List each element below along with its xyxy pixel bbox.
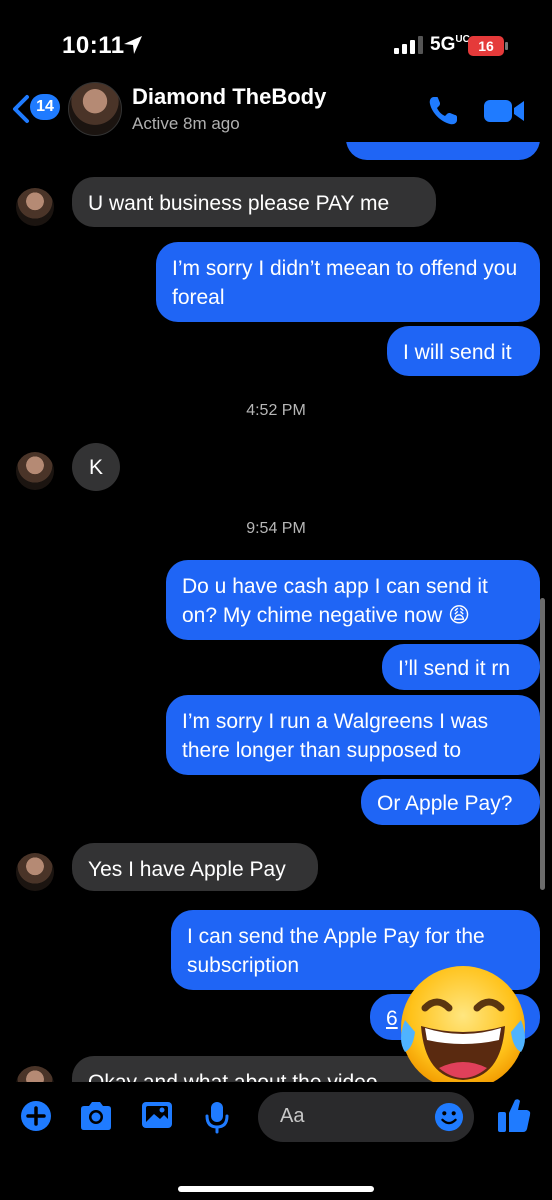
contact-name[interactable]: Diamond TheBody (132, 84, 326, 110)
battery-tip (505, 42, 508, 50)
message-outgoing[interactable]: I will send it (387, 326, 540, 376)
composer-bar: Aa (0, 1082, 552, 1200)
message-outgoing[interactable]: Do u have cash app I can send it on? My … (166, 560, 540, 640)
message-outgoing[interactable]: Or Apple Pay? (361, 779, 540, 825)
gallery-icon[interactable] (140, 1100, 174, 1130)
network-type: 5GUC (430, 34, 470, 55)
message-input-placeholder: Aa (280, 1105, 305, 1127)
phone-icon[interactable] (426, 94, 460, 128)
contact-status: Active 8m ago (132, 114, 240, 133)
timestamp: 9:54 PM (246, 520, 306, 537)
scrollbar[interactable] (540, 598, 545, 890)
timestamp: 4:52 PM (246, 402, 306, 419)
message-outgoing[interactable]: I’m sorry I didn’t meean to offend you f… (156, 242, 540, 322)
microphone-icon[interactable] (204, 1100, 230, 1134)
message-input[interactable]: Aa (258, 1092, 474, 1142)
emoji-icon[interactable] (434, 1102, 464, 1132)
contact-avatar[interactable] (68, 82, 122, 136)
message-outgoing[interactable]: I’m sorry I run a Walgreens I was there … (166, 695, 540, 775)
sender-avatar (16, 452, 54, 490)
message-incoming[interactable]: Yes I have Apple Pay (72, 843, 318, 891)
unread-count-badge[interactable]: 14 (30, 94, 60, 120)
message-incoming[interactable]: K (72, 443, 120, 491)
status-bar: 10:11 5GUC 16 (0, 0, 552, 80)
location-arrow-icon (124, 36, 142, 54)
sender-avatar (16, 853, 54, 891)
thumbs-up-icon[interactable] (496, 1096, 532, 1134)
message-outgoing[interactable]: I’ll send it rn (382, 644, 540, 690)
status-time: 10:11 (62, 32, 125, 59)
sender-avatar (16, 188, 54, 226)
battery-indicator: 16 (468, 36, 504, 56)
message-incoming[interactable]: U want business please PAY me (72, 177, 436, 227)
camera-icon[interactable] (78, 1100, 114, 1132)
chat-header: 14 Diamond TheBody Active 8m ago (0, 72, 552, 142)
plus-icon[interactable] (20, 1100, 52, 1132)
signal-icon (394, 36, 423, 54)
home-indicator (178, 1186, 374, 1192)
back-chevron-icon[interactable] (10, 94, 32, 124)
laughing-emoji (401, 966, 525, 1090)
video-camera-icon[interactable] (482, 96, 526, 126)
